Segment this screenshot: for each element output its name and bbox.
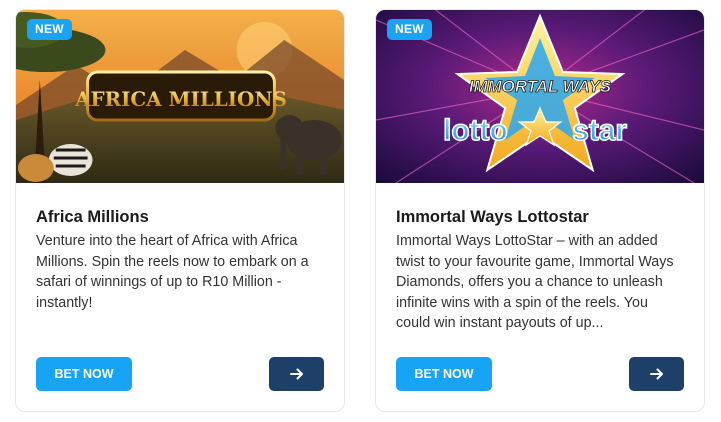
game-description: Immortal Ways LottoStar – with an added … bbox=[396, 233, 674, 331]
arrow-right-icon bbox=[289, 368, 303, 380]
lotto-logo-text: lotto bbox=[443, 114, 508, 147]
bet-now-button[interactable]: BET NOW bbox=[396, 357, 492, 391]
game-title: Africa Millions bbox=[36, 208, 149, 226]
new-badge: NEW bbox=[387, 19, 432, 40]
game-banner-image[interactable]: IMMORTAL WAYS lotto star NEW bbox=[376, 10, 704, 183]
arrow-right-icon bbox=[649, 368, 663, 380]
immortal-ways-logo-text: IMMORTAL WAYS bbox=[469, 77, 612, 96]
game-title: Immortal Ways Lottostar bbox=[396, 208, 589, 226]
africa-millions-logo-text: AFRICA MILLIONS bbox=[74, 87, 287, 111]
view-game-button[interactable] bbox=[629, 357, 684, 391]
new-badge: NEW bbox=[27, 19, 72, 40]
game-banner-image[interactable]: AFRICA MILLIONS NEW bbox=[16, 10, 344, 183]
view-game-button[interactable] bbox=[269, 357, 324, 391]
game-description: Venture into the heart of Africa with Af… bbox=[36, 233, 309, 311]
game-card-immortal-ways-lottostar: IMMORTAL WAYS lotto star NEW Immortal Wa… bbox=[375, 9, 705, 412]
star-logo-text: star bbox=[572, 114, 627, 147]
bet-now-button[interactable]: BET NOW bbox=[36, 357, 132, 391]
game-card-africa-millions: AFRICA MILLIONS NEW Africa Millions Vent… bbox=[15, 9, 345, 412]
